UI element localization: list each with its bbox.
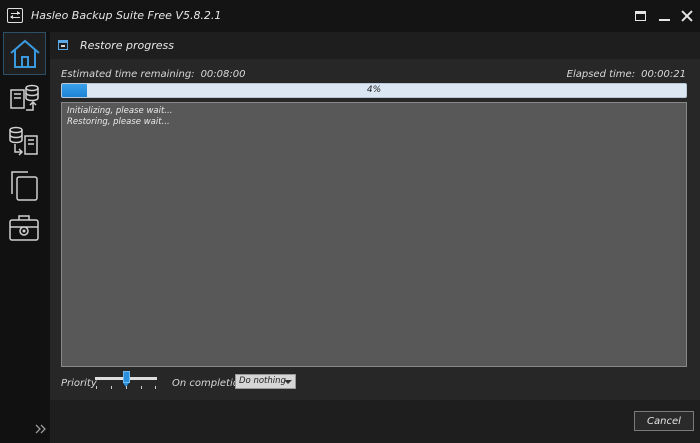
sidebar-item-restore[interactable] [3,122,46,165]
minimize-button[interactable] [658,9,672,23]
progress-window-icon [58,40,68,50]
chevron-down-icon [284,380,292,384]
sidebar-item-clone[interactable] [3,165,46,208]
on-completion-select[interactable]: Do nothing [235,374,296,389]
menu-icon [635,11,646,21]
close-button[interactable] [680,9,694,23]
priority-label: Priority [61,378,97,389]
cancel-button[interactable]: Cancel [634,411,694,431]
page-title: Restore progress [80,39,174,52]
log-output[interactable]: Initializing, please wait... Restoring, … [61,102,687,367]
footer: Cancel [50,400,700,443]
progress-percent: 4% [366,85,382,95]
slider-tick [126,386,127,389]
minimize-icon [659,19,670,21]
tools-icon [9,215,39,241]
slider-tick [111,386,112,389]
priority-slider[interactable] [95,371,157,391]
slider-tick [141,386,142,389]
estimated-time-value: 00:08:00 [200,69,246,80]
estimated-time: Estimated time remaining: 00:08:00 [61,69,245,80]
log-line: Restoring, please wait... [67,117,170,127]
slider-tick [155,386,156,389]
elapsed-time-label: Elapsed time: [566,69,636,80]
elapsed-time: Elapsed time: 00:00:21 [567,69,686,80]
title-bar: Hasleo Backup Suite Free V5.8.2.1 [0,0,700,32]
home-icon [10,39,40,68]
menu-button[interactable] [634,9,648,23]
estimated-time-label: Estimated time remaining: [61,69,195,80]
app-logo-icon [7,8,23,23]
panel-header: Restore progress [50,32,700,59]
expand-sidebar-icon[interactable] [35,423,47,435]
priority-slider-thumb[interactable] [123,371,130,387]
log-line: Initializing, please wait... [67,106,173,116]
slider-tick [96,386,97,389]
sidebar-item-tools[interactable] [3,207,46,250]
sidebar-item-backup[interactable] [3,79,46,122]
progress-bar: 4% [61,83,687,98]
sidebar-item-home[interactable] [3,32,46,75]
backup-icon [10,84,39,111]
restore-icon [9,126,38,156]
on-completion-value: Do nothing [239,376,286,386]
elapsed-time-value: 00:00:21 [641,69,686,80]
sidebar [0,32,50,443]
window-title: Hasleo Backup Suite Free V5.8.2.1 [31,9,222,22]
main-panel: Restore progress Estimated time remainin… [50,32,700,443]
clone-icon [11,171,38,201]
